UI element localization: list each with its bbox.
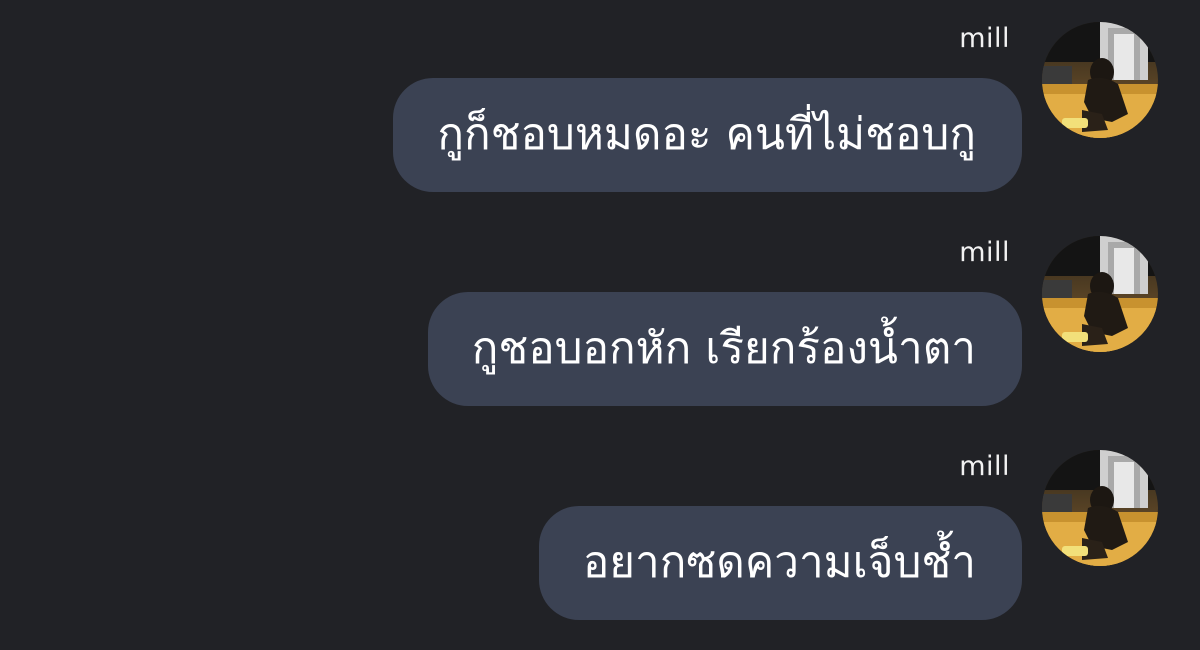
avatar-photo-icon bbox=[1042, 22, 1158, 138]
avatar-photo-icon bbox=[1042, 236, 1158, 352]
avatar[interactable] bbox=[1042, 236, 1158, 352]
message-row: mill อยากซดความเจ็บช้ำ bbox=[0, 428, 1200, 628]
message-bubble[interactable]: อยากซดความเจ็บช้ำ bbox=[538, 506, 1022, 620]
avatar-photo-icon bbox=[1042, 450, 1158, 566]
message-bubble[interactable]: กูชอบอกหัก เรียกร้องน้ำตา bbox=[427, 292, 1022, 406]
avatar[interactable] bbox=[1042, 22, 1158, 138]
sender-name: mill bbox=[959, 451, 1010, 482]
avatar[interactable] bbox=[1042, 450, 1158, 566]
chat-thread: mill กูก็ชอบหมดอะ คนที่ไม่ชอบกู mill กูช… bbox=[0, 0, 1200, 650]
message-row: mill กูชอบอกหัก เรียกร้องน้ำตา bbox=[0, 214, 1200, 414]
sender-name: mill bbox=[959, 23, 1010, 54]
sender-name: mill bbox=[959, 237, 1010, 268]
message-bubble[interactable]: กูก็ชอบหมดอะ คนที่ไม่ชอบกู bbox=[393, 78, 1022, 192]
message-row: mill กูก็ชอบหมดอะ คนที่ไม่ชอบกู bbox=[0, 0, 1200, 200]
